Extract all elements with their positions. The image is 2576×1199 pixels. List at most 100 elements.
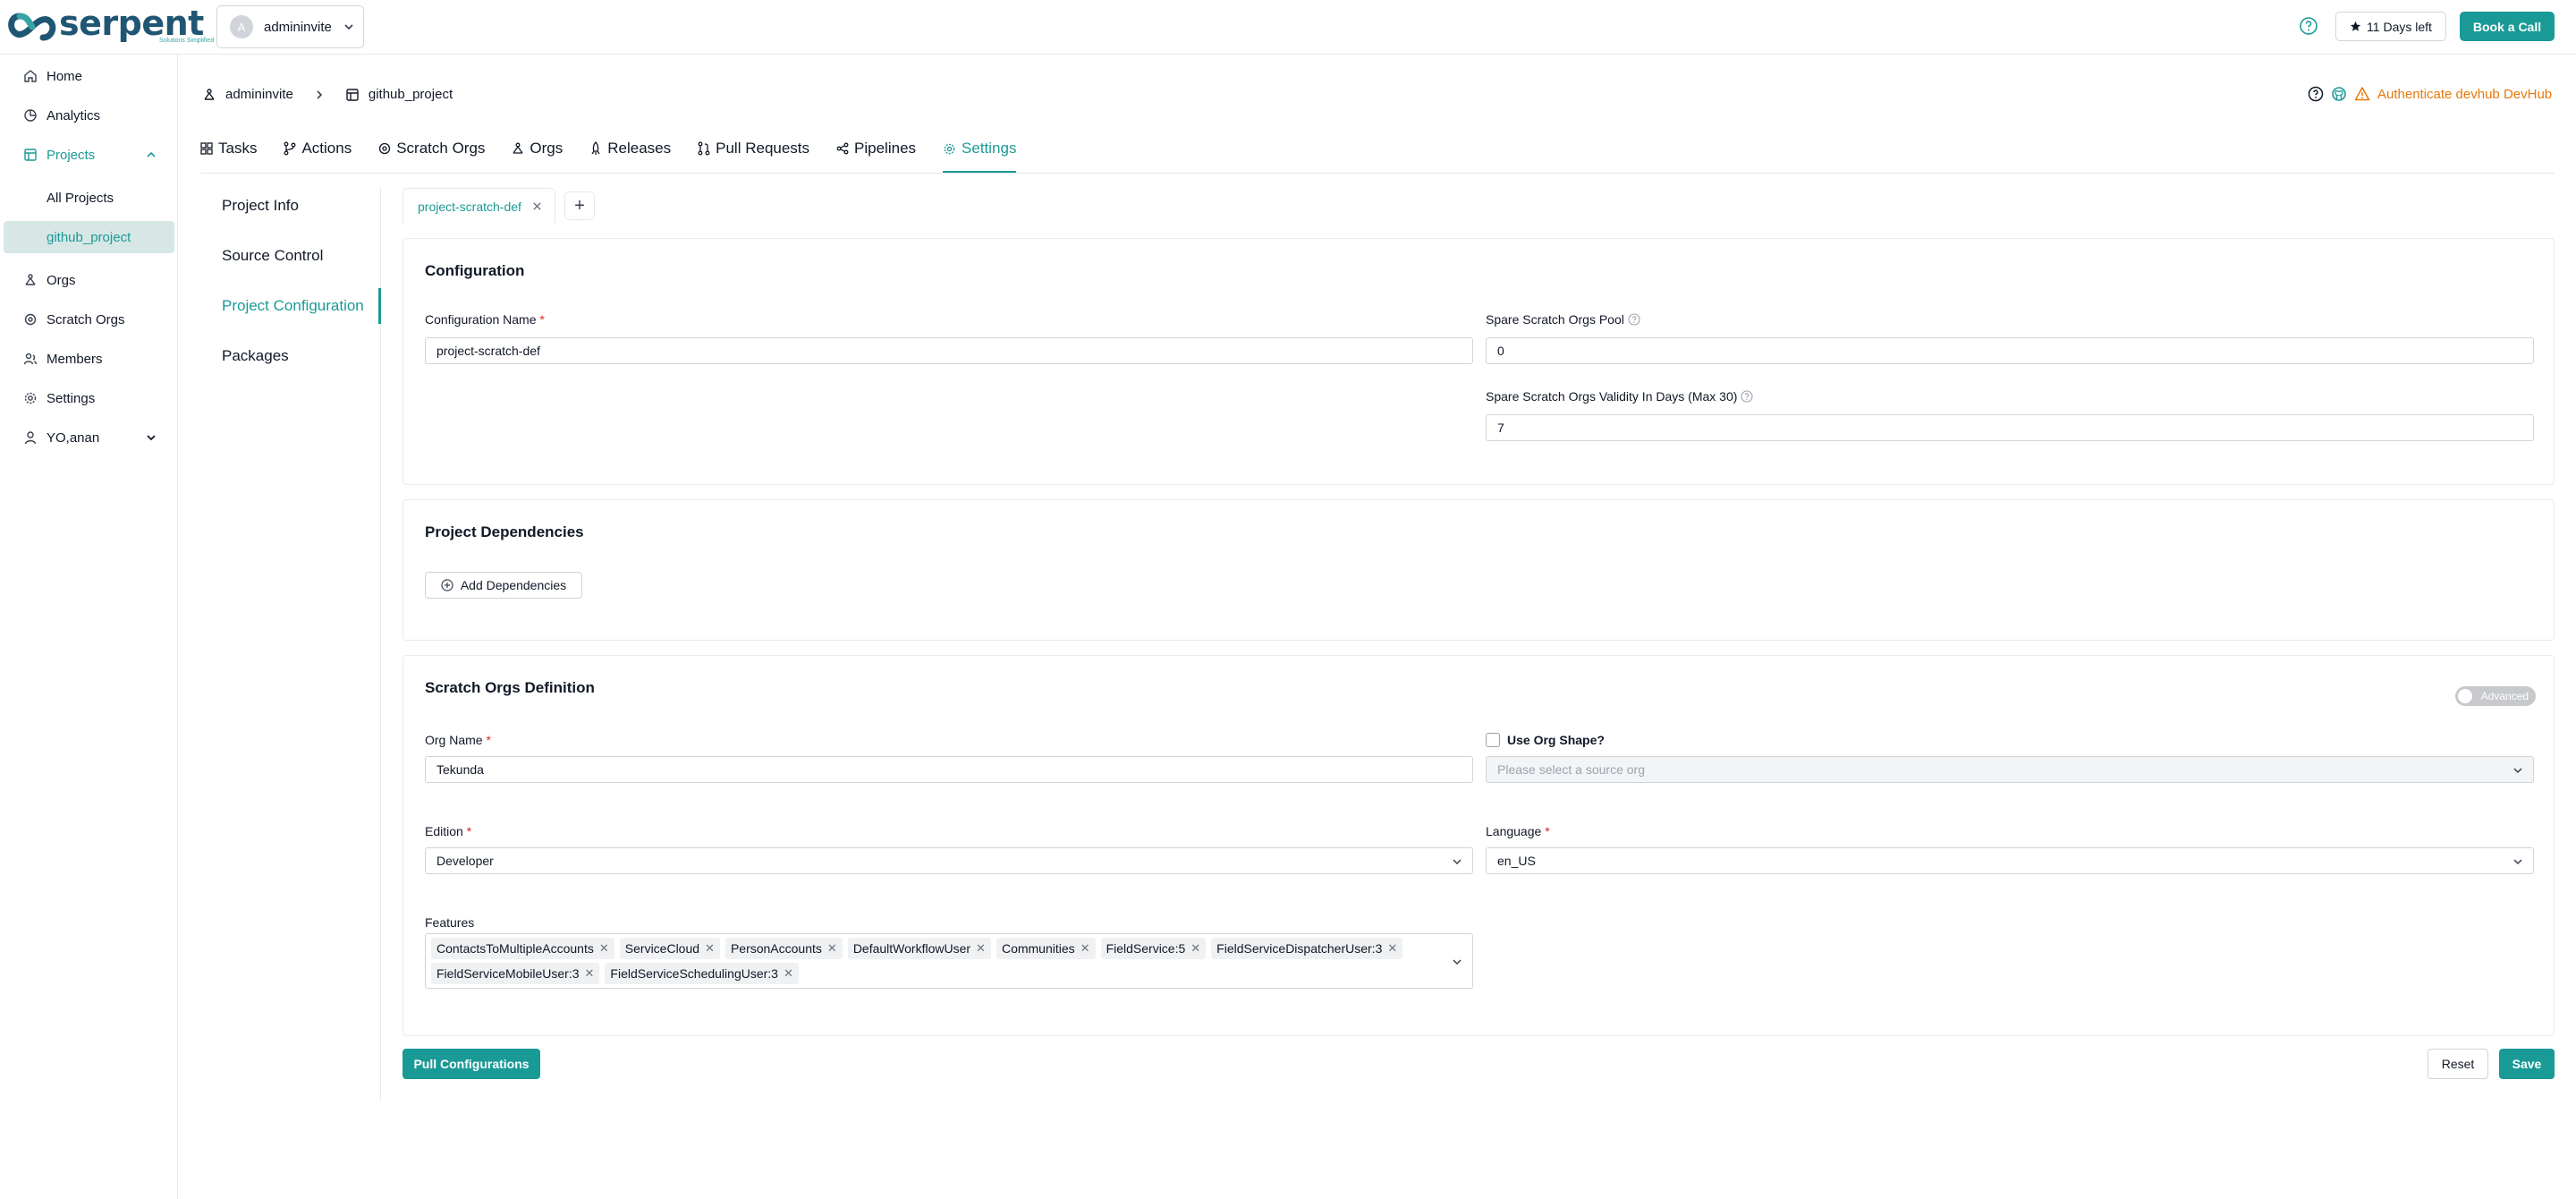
settings-menu: Project Info Source Control Project Conf… (202, 188, 381, 1101)
chip-label: ContactsToMultipleAccounts (436, 941, 594, 956)
chevron-down-icon[interactable] (145, 431, 157, 444)
remove-chip-icon[interactable]: ✕ (599, 941, 609, 956)
edition-value: Developer (436, 854, 494, 868)
sidebar-item-label: Scratch Orgs (47, 311, 125, 327)
remove-chip-icon[interactable]: ✕ (585, 966, 595, 981)
tab-releases[interactable]: Releases (589, 134, 671, 163)
sidebar: Home Analytics Projects All Projects git… (0, 55, 178, 1199)
grid-icon (200, 142, 213, 155)
source-org-select[interactable]: Please select a source org (1486, 756, 2534, 783)
help-circle-icon[interactable] (1741, 390, 1753, 403)
help-circle-icon[interactable] (1628, 313, 1640, 326)
remove-chip-icon[interactable]: ✕ (1191, 941, 1200, 956)
edition-label: Edition * (425, 824, 472, 838)
tab-orgs[interactable]: Orgs (512, 134, 563, 163)
remove-chip-icon[interactable]: ✕ (784, 966, 793, 981)
remove-chip-icon[interactable]: ✕ (1080, 941, 1090, 956)
gear-icon (24, 392, 37, 404)
tab-label: Releases (607, 140, 672, 157)
edition-select[interactable]: Developer (425, 847, 1473, 874)
trial-days-button[interactable]: 11 Days left (2335, 12, 2446, 41)
sidebar-item-members[interactable]: Members (23, 348, 103, 370)
chevron-down-icon (2513, 859, 2522, 865)
sidebar-subitem-all-projects[interactable]: All Projects (4, 182, 174, 214)
close-icon[interactable] (532, 201, 542, 211)
label-text: Edition (425, 824, 463, 838)
user-icon (24, 431, 37, 445)
orgs-icon (25, 274, 36, 285)
settings-menu-project-info[interactable]: Project Info (222, 197, 299, 215)
language-select[interactable]: en_US (1486, 847, 2534, 874)
sidebar-item-analytics[interactable]: Analytics (23, 105, 100, 126)
tab-label: Pull Requests (716, 140, 810, 157)
scratch-def-panel: Scratch Orgs Definition Advanced Org Nam… (402, 655, 2555, 1036)
chip-label: FieldService:5 (1106, 941, 1186, 956)
remove-chip-icon[interactable]: ✕ (976, 941, 986, 956)
sidebar-item-orgs[interactable]: Orgs (23, 269, 76, 291)
header-actions: Authenticate devhub DevHub (2308, 86, 2552, 102)
features-multiselect[interactable]: ContactsToMultipleAccounts ✕ ServiceCloud… (425, 933, 1473, 989)
orgs-icon (513, 142, 523, 154)
rocket-icon (591, 141, 600, 155)
authenticate-devhub-link[interactable]: Authenticate devhub DevHub (2377, 87, 2552, 102)
pull-configurations-button[interactable]: Pull Configurations (402, 1049, 540, 1079)
remove-chip-icon[interactable]: ✕ (1387, 941, 1397, 956)
spare-pool-label: Spare Scratch Orgs Pool (1486, 312, 1640, 327)
save-button[interactable]: Save (2499, 1049, 2555, 1079)
serpent-logo[interactable]: serpent Solutions Simplified (7, 5, 214, 45)
sidebar-item-label: Members (47, 351, 103, 367)
settings-menu-project-configuration[interactable]: Project Configuration (222, 297, 364, 315)
tab-pull-requests[interactable]: Pull Requests (698, 134, 809, 163)
chevron-down-icon (1453, 959, 1462, 965)
book-call-button[interactable]: Book a Call (2460, 12, 2555, 41)
remove-chip-icon[interactable]: ✕ (827, 941, 837, 956)
advanced-toggle[interactable]: Advanced (2455, 686, 2536, 706)
chevron-up-icon[interactable] (145, 149, 157, 161)
gear-icon (944, 143, 955, 154)
github-icon[interactable] (2331, 86, 2347, 102)
breadcrumb-org[interactable]: admininvite (225, 87, 293, 102)
features-label: Features (425, 915, 475, 930)
help-icon[interactable] (2308, 86, 2324, 102)
sidebar-item-scratch-orgs[interactable]: Scratch Orgs (23, 309, 125, 330)
chevron-down-icon (2513, 768, 2522, 774)
chip-label: FieldServiceMobileUser:3 (436, 966, 580, 981)
tab-tasks[interactable]: Tasks (200, 134, 257, 163)
add-config-button[interactable]: + (564, 191, 595, 220)
configuration-panel: Configuration Configuration Name * proje… (402, 238, 2555, 485)
sidebar-item-projects[interactable]: Projects (23, 144, 95, 166)
star-icon (2350, 21, 2361, 31)
remove-chip-icon[interactable]: ✕ (705, 941, 715, 956)
tab-actions[interactable]: Actions (284, 134, 352, 163)
validity-days-input[interactable]: 7 (1486, 414, 2534, 441)
source-org-placeholder: Please select a source org (1497, 762, 1645, 777)
tab-settings[interactable]: Settings (943, 134, 1017, 174)
spare-pool-input[interactable]: 0 (1486, 337, 2534, 364)
org-avatar: A (230, 15, 253, 38)
label-text: Language (1486, 824, 1542, 838)
breadcrumb-project[interactable]: github_project (369, 87, 453, 102)
org-switcher[interactable]: A admininvite (216, 5, 364, 48)
add-dependencies-button[interactable]: Add Dependencies (425, 572, 582, 599)
org-name-input[interactable]: Tekunda (425, 756, 1473, 783)
config-tab[interactable]: project-scratch-def (402, 188, 555, 224)
chip-label: PersonAccounts (730, 941, 822, 956)
settings-menu-packages[interactable]: Packages (222, 347, 289, 365)
dependencies-panel: Project Dependencies Add Dependencies (402, 499, 2555, 641)
tab-pipelines[interactable]: Pipelines (836, 134, 916, 163)
help-icon[interactable] (2299, 16, 2318, 36)
tab-scratch-orgs[interactable]: Scratch Orgs (378, 134, 485, 163)
tab-label: Settings (962, 140, 1017, 157)
sidebar-item-user[interactable]: YO,anan (23, 427, 99, 448)
settings-menu-source-control[interactable]: Source Control (222, 247, 323, 265)
sidebar-item-home[interactable]: Home (23, 65, 82, 87)
sidebar-item-settings[interactable]: Settings (23, 387, 95, 409)
configuration-name-input[interactable]: project-scratch-def (425, 337, 1473, 364)
org-tree-icon (204, 88, 215, 100)
project-icon (346, 88, 359, 101)
feature-chip: FieldServiceMobileUser:3 ✕ (431, 963, 600, 984)
sidebar-subitem-github-project[interactable]: github_project (4, 221, 174, 253)
use-org-shape-checkbox[interactable] (1486, 733, 1500, 747)
reset-button[interactable]: Reset (2428, 1049, 2488, 1079)
label-text: Configuration Name (425, 312, 537, 327)
